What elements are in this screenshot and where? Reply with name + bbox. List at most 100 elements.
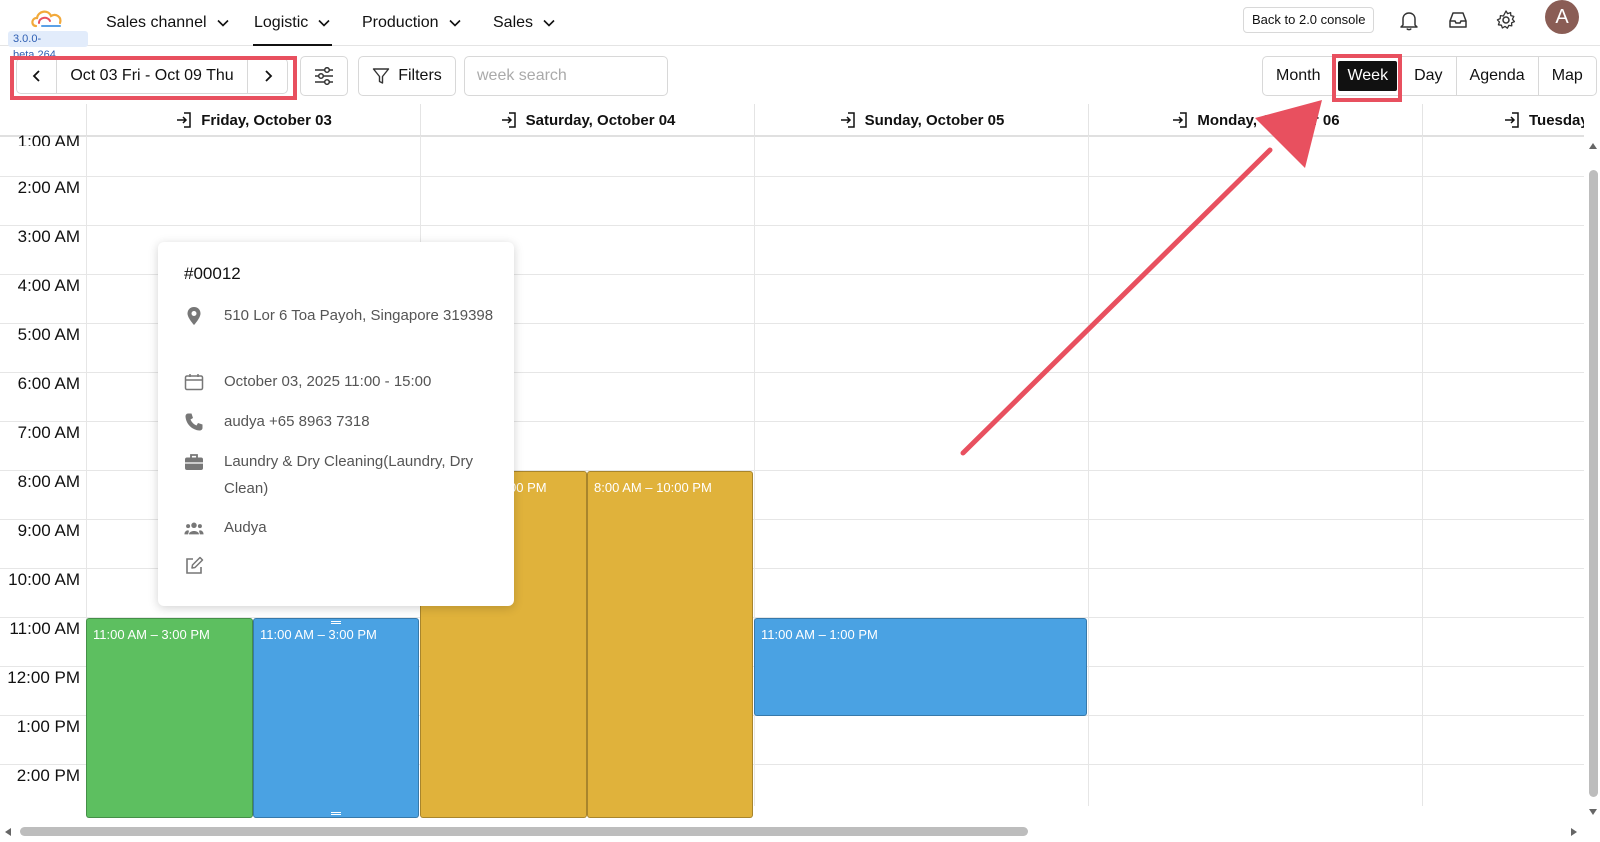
time-label: 8:00 AM xyxy=(17,472,80,491)
top-navbar: 3.0.0-beta.264 Sales channel Logistic Pr… xyxy=(0,0,1600,61)
calendar-toolbar: Oct 03 Fri - Oct 09 Thu Filters Month We… xyxy=(0,46,1600,104)
calendar-event[interactable]: 11:00 AM – 3:00 PM xyxy=(253,618,419,818)
date-range-label: Oct 03 Fri - Oct 09 Thu xyxy=(70,67,234,84)
day-header-tue[interactable]: Tuesday xyxy=(1422,104,1584,136)
app-logo[interactable]: 3.0.0-beta.264 xyxy=(4,4,88,61)
cloud-logo-icon xyxy=(31,10,62,28)
time-label: 1:00 AM xyxy=(17,132,80,146)
back-to-console-button[interactable]: Back to 2.0 console xyxy=(1243,7,1375,33)
next-week-button[interactable] xyxy=(247,59,287,93)
grid-hour-line xyxy=(0,176,1584,177)
sliders-icon xyxy=(315,67,333,85)
day-header-mon[interactable]: Monday, October 06 xyxy=(1088,104,1422,136)
vertical-scroll-thumb[interactable] xyxy=(1589,170,1598,797)
event-detail-popup: #00012 510 Lor 6 Toa Payoh, Singapore 31… xyxy=(158,242,514,606)
time-label: 9:00 AM xyxy=(17,521,80,540)
version-badge: 3.0.0-beta.264 xyxy=(8,31,88,61)
popup-team-row: Audya xyxy=(184,514,494,541)
day-header-sat[interactable]: Saturday, October 04 xyxy=(420,104,754,136)
nav-label: Sales xyxy=(493,14,534,31)
nav-label: Sales channel xyxy=(106,14,207,31)
grid-hour-line xyxy=(0,225,1584,226)
popup-team: Audya xyxy=(224,519,267,536)
view-week-button[interactable]: Week xyxy=(1338,61,1398,91)
calendar-event[interactable]: 11:00 AM – 1:00 PM xyxy=(754,618,1087,716)
view-day-button[interactable]: Day xyxy=(1401,57,1457,95)
popup-datetime-row: October 03, 2025 11:00 - 15:00 xyxy=(184,368,494,395)
calendar-event[interactable]: 11:00 AM – 3:00 PM xyxy=(86,618,253,818)
view-map-button[interactable]: Map xyxy=(1539,57,1596,95)
sign-in-icon xyxy=(501,112,516,128)
event-time-label: 11:00 AM – 3:00 PM xyxy=(93,627,210,642)
horizontal-scrollbar[interactable] xyxy=(0,824,1584,838)
event-time-label: 00 PM xyxy=(509,480,547,495)
filters-button[interactable]: Filters xyxy=(358,56,456,96)
day-header-label: Sunday, October 05 xyxy=(864,111,1005,129)
grid-column-line xyxy=(1422,136,1423,806)
prev-week-button[interactable] xyxy=(17,59,57,93)
sign-in-icon xyxy=(1505,112,1519,128)
sign-in-icon xyxy=(1173,112,1188,128)
week-search-input[interactable] xyxy=(464,56,668,96)
chevron-right-icon xyxy=(264,70,272,82)
event-time-label: 8:00 AM – 10:00 PM xyxy=(594,480,712,495)
nav-sales-channel[interactable]: Sales channel xyxy=(106,0,230,46)
day-header-label: Friday, October 03 xyxy=(201,111,332,129)
chevron-left-icon xyxy=(32,70,40,82)
sign-in-icon xyxy=(840,112,855,128)
popup-order-id: #00012 xyxy=(184,264,241,283)
popup-phone: audya +65 8963 7318 xyxy=(224,413,370,430)
day-header-fri[interactable]: Friday, October 03 xyxy=(86,104,420,136)
time-label: 2:00 AM xyxy=(17,178,80,197)
settings-gear-icon[interactable] xyxy=(1495,9,1517,31)
scroll-right-arrow-icon[interactable] xyxy=(1570,827,1578,837)
chevron-down-icon xyxy=(448,19,461,27)
resize-handle-top[interactable] xyxy=(331,621,341,624)
view-agenda-button[interactable]: Agenda xyxy=(1457,57,1539,95)
settings-sliders-button[interactable] xyxy=(300,56,348,96)
chevron-down-icon xyxy=(543,19,555,27)
time-label: 3:00 AM xyxy=(17,227,80,246)
chevron-down-icon xyxy=(318,19,330,27)
popup-service: Laundry & Dry Cleaning(Laundry, Dry Clea… xyxy=(224,453,474,497)
briefcase-icon xyxy=(185,453,203,470)
users-icon xyxy=(184,522,204,534)
scroll-down-arrow-icon[interactable] xyxy=(1588,808,1598,816)
inbox-icon[interactable] xyxy=(1447,9,1469,31)
day-header-sun[interactable]: Sunday, October 05 xyxy=(754,104,1088,136)
scroll-left-arrow-icon[interactable] xyxy=(4,827,12,837)
popup-datetime: October 03, 2025 11:00 - 15:00 xyxy=(224,373,432,390)
header-divider xyxy=(0,135,1584,137)
nav-sales[interactable]: Sales xyxy=(493,0,556,46)
time-label: 5:00 AM xyxy=(17,325,80,344)
scroll-up-arrow-icon[interactable] xyxy=(1588,142,1598,150)
view-month-button[interactable]: Month xyxy=(1263,57,1335,95)
phone-icon xyxy=(185,413,203,430)
vertical-scrollbar[interactable] xyxy=(1584,140,1600,820)
horizontal-scroll-thumb[interactable] xyxy=(20,827,1028,836)
edit-icon xyxy=(186,556,204,574)
popup-service-row: Laundry & Dry Cleaning(Laundry, Dry Clea… xyxy=(184,448,494,502)
chevron-down-icon xyxy=(216,19,229,27)
day-header-label: Saturday, October 04 xyxy=(525,111,676,129)
grid-column-line xyxy=(1088,136,1089,806)
time-label: 6:00 AM xyxy=(17,374,80,393)
nav-logistic[interactable]: Logistic xyxy=(252,0,333,46)
day-header-label: Tuesday xyxy=(1529,111,1584,129)
event-time-label: 11:00 AM – 3:00 PM xyxy=(260,627,377,642)
location-pin-icon xyxy=(187,306,201,325)
time-label: 4:00 AM xyxy=(17,276,80,295)
user-avatar[interactable]: A xyxy=(1545,0,1579,34)
calendar-icon xyxy=(184,373,204,390)
time-label: 10:00 AM xyxy=(8,570,80,589)
calendar-event[interactable]: 8:00 AM – 10:00 PM xyxy=(587,471,753,818)
event-time-label: 11:00 AM – 1:00 PM xyxy=(761,627,878,642)
time-label: 7:00 AM xyxy=(17,423,80,442)
time-label: 2:00 PM xyxy=(16,766,80,785)
bell-icon[interactable] xyxy=(1398,9,1420,31)
edit-button[interactable] xyxy=(184,552,204,579)
nav-production[interactable]: Production xyxy=(362,0,462,46)
resize-handle-bottom[interactable] xyxy=(331,812,341,815)
time-label: 1:00 PM xyxy=(16,717,80,736)
filter-funnel-icon xyxy=(373,68,390,84)
